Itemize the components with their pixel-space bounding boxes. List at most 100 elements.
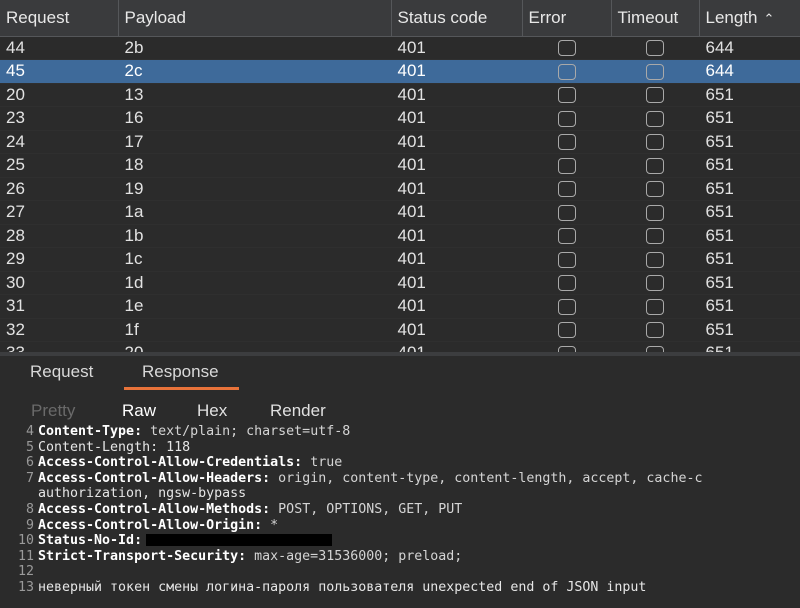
cell-length: 651 — [699, 200, 800, 225]
table-row[interactable]: 3320401 651 — [0, 341, 800, 352]
timeout-checkbox[interactable] — [646, 181, 664, 198]
timeout-checkbox[interactable] — [646, 157, 664, 174]
cell-status-code: 401 — [391, 318, 522, 342]
cell-error — [522, 36, 611, 60]
tab-response[interactable]: Response — [124, 362, 239, 390]
raw-response-editor[interactable]: 4 Content-Type: text/plain; charset=utf-8… — [0, 424, 800, 608]
cell-status-code: 401 — [391, 106, 522, 131]
cell-payload: 1c — [118, 247, 391, 272]
column-header-length[interactable]: Length ⌃ — [699, 0, 800, 37]
timeout-checkbox[interactable] — [646, 228, 664, 245]
timeout-checkbox[interactable] — [646, 251, 664, 268]
timeout-checkbox[interactable] — [646, 63, 664, 80]
cell-request: 32 — [0, 318, 118, 342]
header-name: Content-Type: — [38, 424, 143, 439]
timeout-checkbox[interactable] — [646, 87, 664, 104]
column-header-error[interactable]: Error — [522, 0, 612, 37]
table-row[interactable]: 23 16 401 651 — [0, 106, 800, 131]
table-row[interactable]: 45 2c 401 644 — [0, 59, 800, 84]
header-name: Access-Control-Allow-Credentials: — [38, 455, 303, 471]
header-name: Status-No-Id: — [38, 533, 143, 549]
response-line: 6 Access-Control-Allow-Credentials: true — [0, 455, 800, 471]
timeout-checkbox[interactable] — [646, 322, 664, 339]
tab-request[interactable]: Request — [30, 362, 93, 387]
response-line: 8 Access-Control-Allow-Methods: POST, OPT… — [0, 502, 800, 518]
column-header-timeout[interactable]: Timeout — [611, 0, 700, 37]
column-header-payload[interactable]: Payload — [118, 0, 392, 37]
error-checkbox[interactable] — [557, 322, 576, 339]
cell-error — [522, 83, 611, 107]
error-checkbox[interactable] — [557, 157, 576, 174]
cell-length: 651 — [699, 341, 800, 352]
cell-status-code: 401 — [391, 224, 522, 248]
table-row[interactable]: 26 19 401 651 — [0, 177, 800, 201]
cell-length: 651 — [699, 153, 800, 178]
error-checkbox[interactable] — [557, 275, 576, 292]
tab-pretty[interactable]: Pretty — [31, 401, 75, 424]
response-line: 4 Content-Type: text/plain; charset=utf-8 — [0, 424, 800, 440]
response-line: 11 Strict-Transport-Security: max-age=315… — [0, 549, 800, 565]
timeout-checkbox[interactable] — [646, 40, 664, 57]
column-header-request[interactable]: Request — [0, 0, 119, 37]
cell-request: 33 — [0, 341, 118, 352]
error-checkbox[interactable] — [557, 40, 576, 57]
header-value: origin, content-type, content-length, ac… — [270, 470, 703, 486]
cell-length: 651 — [699, 318, 800, 342]
header-name: Strict-Transport-Security: — [38, 548, 247, 564]
error-checkbox[interactable] — [557, 63, 576, 80]
cell-request: 28 — [0, 224, 118, 248]
cell-status-code: 401 — [391, 153, 522, 178]
error-checkbox[interactable] — [557, 251, 576, 268]
cell-status-code: 401 — [391, 294, 522, 319]
timeout-checkbox[interactable] — [646, 204, 664, 221]
column-header-status-code[interactable]: Status code — [391, 0, 523, 37]
timeout-checkbox[interactable] — [646, 110, 664, 127]
cell-request: 30 — [0, 271, 118, 295]
table-row[interactable]: 25 18 401 651 — [0, 153, 800, 178]
cell-payload: 1f — [118, 318, 391, 342]
cell-request: 45 — [0, 59, 118, 84]
cell-payload: 20 — [118, 341, 391, 352]
cell-error — [522, 177, 611, 201]
timeout-checkbox[interactable] — [646, 298, 664, 315]
timeout-checkbox[interactable] — [646, 275, 664, 292]
table-row[interactable]: 44 2b 401 644 — [0, 36, 800, 60]
table-row[interactable]: 29 1c 401 651 — [0, 247, 800, 272]
cell-status-code: 401 — [391, 130, 522, 154]
error-checkbox[interactable] — [557, 204, 576, 221]
timeout-checkbox[interactable] — [646, 134, 664, 151]
error-checkbox[interactable] — [557, 181, 576, 198]
cell-payload: 17 — [118, 130, 391, 154]
cell-error — [522, 130, 611, 154]
error-checkbox[interactable] — [557, 298, 576, 315]
message-tabs: Request Response — [0, 356, 800, 392]
cell-status-code: 401 — [391, 83, 522, 107]
cell-status-code: 401 — [391, 200, 522, 225]
cell-timeout — [611, 294, 699, 319]
cell-length: 651 — [699, 177, 800, 201]
cell-timeout — [611, 200, 699, 225]
cell-request: 26 — [0, 177, 118, 201]
cell-length: 651 — [699, 247, 800, 272]
response-line: 5 Content-Length: 118 — [0, 440, 800, 456]
line-number: 11 — [17, 548, 34, 564]
table-row[interactable]: 28 1b 401 651 — [0, 224, 800, 248]
view-tabs: Pretty Raw Hex Render — [0, 394, 800, 427]
table-row[interactable]: 31 1e 401 651 — [0, 294, 800, 319]
line-number: 8 — [25, 501, 34, 517]
cell-status-code: 401 — [391, 271, 522, 295]
cell-payload: 13 — [118, 83, 391, 107]
column-header-length-label: Length — [705, 7, 758, 27]
table-row[interactable]: 24 17 401 651 — [0, 130, 800, 154]
tab-render[interactable]: Render — [270, 401, 326, 424]
error-checkbox[interactable] — [557, 228, 576, 245]
table-row[interactable]: 20 13 401 651 — [0, 83, 800, 107]
error-checkbox[interactable] — [557, 134, 576, 151]
tab-hex[interactable]: Hex — [197, 401, 227, 424]
error-checkbox[interactable] — [557, 87, 576, 104]
table-row[interactable]: 27 1a 401 651 — [0, 200, 800, 225]
error-checkbox[interactable] — [557, 110, 576, 127]
table-row[interactable]: 30 1d 401 651 — [0, 271, 800, 295]
cell-timeout — [611, 153, 699, 178]
table-row[interactable]: 32 1f 401 651 — [0, 318, 800, 342]
